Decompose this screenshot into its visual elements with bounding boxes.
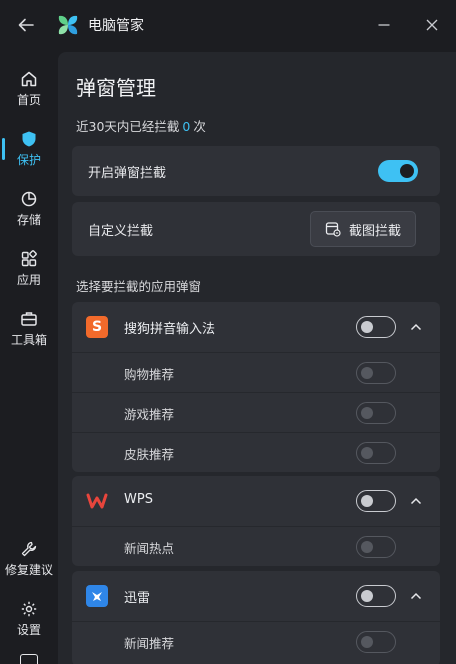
page-title: 弹窗管理 bbox=[76, 76, 156, 100]
sidebar-item-label: 工具箱 bbox=[10, 333, 47, 347]
main-panel: 弹窗管理 近30天内已经拦截 0 次 开启弹窗拦截 自定义拦截 截图拦截 选择要拦截… bbox=[58, 52, 456, 664]
sidebar-item-repair[interactable]: 修复建议 bbox=[0, 532, 58, 586]
app-name: WPS bbox=[124, 492, 153, 507]
sub-item-row: 新闻热点 bbox=[72, 526, 440, 566]
title-bar: 电脑管家 bbox=[0, 0, 456, 50]
app-header: WPS bbox=[72, 476, 440, 526]
sidebar-item-apps[interactable]: 应用 bbox=[0, 242, 58, 296]
app-card-sogou: S 搜狗拼音输入法 购物推荐 游戏推荐 皮肤推荐 bbox=[72, 302, 440, 472]
toggle-knob bbox=[361, 320, 373, 333]
sidebar-item-label: 修复建议 bbox=[4, 563, 53, 577]
sub-item-row: 皮肤推荐 bbox=[72, 432, 440, 472]
wps-icon bbox=[86, 490, 108, 512]
chevron-up-icon[interactable] bbox=[406, 586, 426, 606]
chevron-up-icon[interactable] bbox=[406, 317, 426, 337]
stat-suffix: 次 bbox=[193, 119, 206, 134]
toolbox-icon bbox=[21, 312, 37, 326]
app-name: 迅雷 bbox=[124, 591, 151, 606]
sidebar-item-label: 设置 bbox=[16, 623, 41, 637]
sub-item-row: 新闻推荐 bbox=[72, 621, 440, 661]
gear-icon bbox=[21, 601, 37, 617]
app-header: 迅雷 bbox=[72, 571, 440, 621]
back-arrow-icon[interactable] bbox=[14, 13, 38, 37]
partial-icon bbox=[20, 654, 38, 664]
block-stat: 近30天内已经拦截 0 次 bbox=[76, 116, 206, 135]
toggle-knob bbox=[361, 494, 373, 507]
sidebar-item-toolbox[interactable]: 工具箱 bbox=[0, 302, 58, 356]
app-toggle[interactable] bbox=[356, 316, 396, 338]
sub-item-toggle[interactable] bbox=[356, 402, 396, 424]
chevron-up-icon[interactable] bbox=[406, 491, 426, 511]
sidebar-item-storage[interactable]: 存储 bbox=[0, 182, 58, 236]
sub-item-label: 购物推荐 bbox=[124, 367, 175, 382]
app-name: 搜狗拼音输入法 bbox=[124, 322, 216, 337]
custom-block-label: 自定义拦截 bbox=[88, 224, 154, 239]
wrench-icon bbox=[21, 541, 37, 557]
app-header: S 搜狗拼音输入法 bbox=[72, 302, 440, 352]
sogou-icon: S bbox=[86, 316, 108, 338]
sub-item-toggle[interactable] bbox=[356, 442, 396, 464]
sidebar-item-protect[interactable]: 保护 bbox=[0, 122, 58, 176]
sidebar-item-settings[interactable]: 设置 bbox=[0, 592, 58, 646]
sidebar-item-home[interactable]: 首页 bbox=[0, 62, 58, 116]
sub-item-row: 游戏推荐 bbox=[72, 392, 440, 432]
apps-grid-icon bbox=[21, 250, 37, 267]
toggle-knob bbox=[361, 540, 373, 553]
sidebar-item-label: 保护 bbox=[16, 153, 41, 167]
app-card-xunlei: 迅雷 新闻推荐 bbox=[72, 571, 440, 664]
sidebar-item-label: 应用 bbox=[16, 273, 41, 287]
popup-block-card: 开启弹窗拦截 bbox=[72, 146, 440, 196]
toggle-knob bbox=[361, 446, 373, 459]
app-logo-icon bbox=[56, 13, 80, 37]
pie-chart-icon bbox=[21, 191, 37, 207]
screenshot-icon bbox=[325, 222, 341, 237]
popup-block-label: 开启弹窗拦截 bbox=[88, 166, 167, 181]
app-toggle[interactable] bbox=[356, 585, 396, 607]
stat-prefix: 近30天内已经拦截 bbox=[76, 119, 180, 134]
app-title: 电脑管家 bbox=[88, 18, 144, 34]
sidebar-item-label: 首页 bbox=[16, 93, 41, 107]
toggle-knob bbox=[361, 406, 373, 419]
shield-icon bbox=[22, 131, 36, 147]
sidebar: 首页 保护 存储 应用 工具箱 修复建议 设置 bbox=[0, 56, 58, 664]
sidebar-item-label: 存储 bbox=[16, 213, 41, 227]
sub-item-toggle[interactable] bbox=[356, 362, 396, 384]
custom-block-card: 自定义拦截 截图拦截 bbox=[72, 202, 440, 256]
popup-block-toggle[interactable] bbox=[378, 160, 418, 182]
toggle-knob bbox=[361, 589, 373, 602]
screenshot-block-button[interactable]: 截图拦截 bbox=[310, 211, 416, 247]
minimize-icon[interactable] bbox=[374, 15, 394, 35]
stat-count: 0 bbox=[182, 119, 191, 134]
app-card-wps: WPS 新闻热点 bbox=[72, 476, 440, 566]
home-icon bbox=[21, 71, 37, 87]
screenshot-block-label: 截图拦截 bbox=[348, 223, 401, 239]
toggle-knob bbox=[361, 366, 373, 379]
sub-item-label: 新闻热点 bbox=[124, 541, 175, 556]
sub-item-label: 新闻推荐 bbox=[124, 636, 175, 651]
sub-item-toggle[interactable] bbox=[356, 631, 396, 653]
section-title: 选择要拦截的应用弹窗 bbox=[76, 279, 202, 294]
sub-item-toggle[interactable] bbox=[356, 536, 396, 558]
app-toggle[interactable] bbox=[356, 490, 396, 512]
toggle-knob bbox=[361, 635, 373, 648]
close-icon[interactable] bbox=[422, 15, 442, 35]
sub-item-label: 游戏推荐 bbox=[124, 407, 175, 422]
sub-item-label: 皮肤推荐 bbox=[124, 447, 175, 462]
toggle-knob bbox=[400, 164, 414, 178]
xunlei-icon bbox=[86, 585, 108, 607]
sub-item-row: 购物推荐 bbox=[72, 352, 440, 392]
